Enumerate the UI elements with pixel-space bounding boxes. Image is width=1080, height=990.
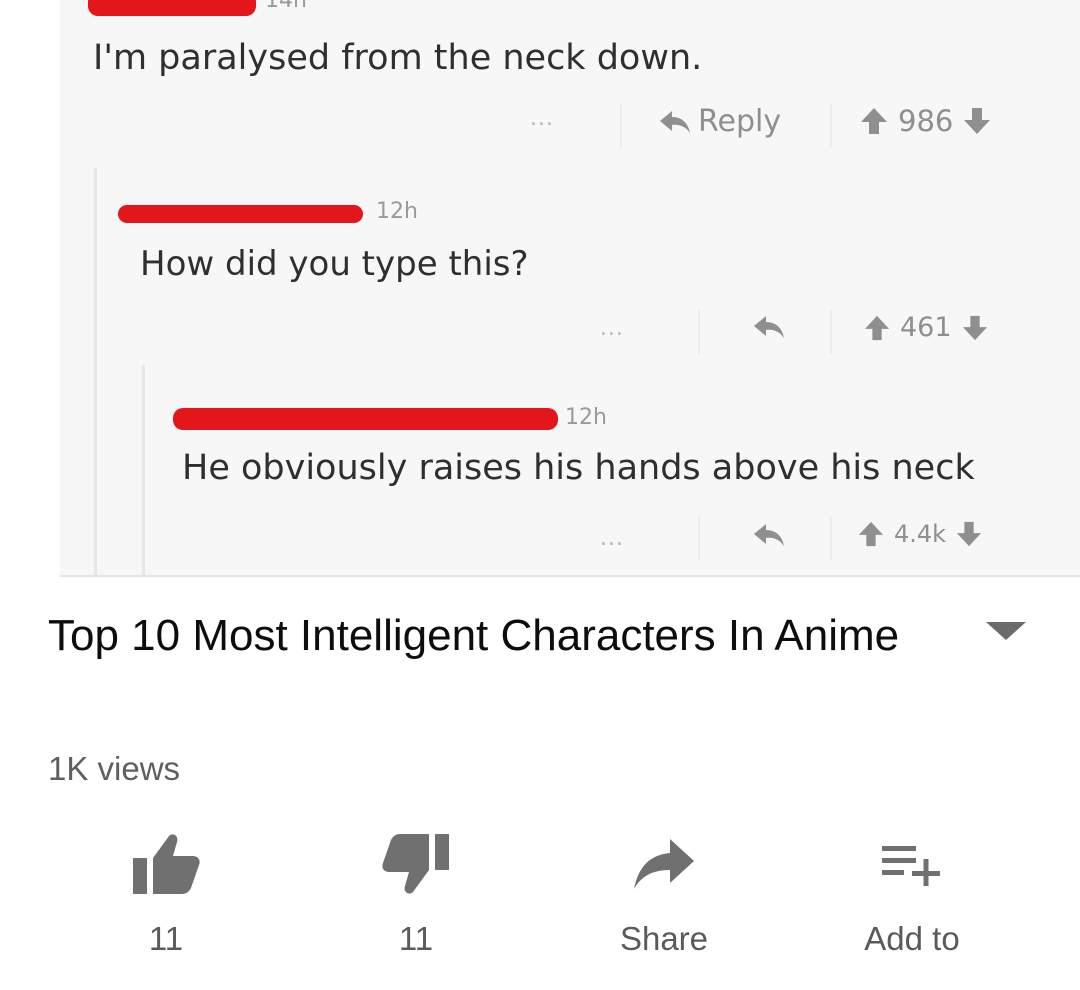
- thread-line: [94, 168, 97, 577]
- comment-text: I'm paralysed from the neck down.: [93, 38, 703, 78]
- vote-controls: 986: [860, 104, 991, 138]
- reply-button[interactable]: [752, 522, 792, 548]
- redacted-username: [173, 408, 558, 430]
- view-count: 1K views: [48, 750, 181, 787]
- reply-icon: [752, 522, 786, 548]
- more-options-button[interactable]: ...: [530, 106, 554, 131]
- share-label: Share: [619, 920, 709, 957]
- divider: [830, 310, 832, 354]
- downvote-icon[interactable]: [963, 106, 991, 136]
- playlist-add-icon: [880, 842, 944, 891]
- comment-timestamp: 12h: [565, 405, 607, 430]
- thumbs-down-icon: [381, 832, 451, 901]
- comment-timestamp: 12h: [376, 199, 418, 224]
- score: 461: [900, 312, 952, 343]
- score: 4.4k: [894, 520, 947, 548]
- more-options-button[interactable]: ...: [600, 526, 624, 551]
- comment-screenshot: 14h I'm paralysed from the neck down. ..…: [60, 0, 1080, 577]
- like-count: 11: [148, 920, 184, 957]
- divider: [830, 104, 832, 148]
- reply-button[interactable]: Reply: [658, 104, 781, 139]
- vote-controls: 4.4k: [858, 520, 982, 548]
- downvote-icon[interactable]: [956, 520, 982, 548]
- reply-icon: [752, 314, 786, 340]
- divider: [830, 516, 832, 560]
- reply-label: Reply: [698, 104, 782, 139]
- downvote-icon[interactable]: [962, 314, 988, 342]
- dislike-count: 11: [398, 920, 434, 957]
- upvote-icon[interactable]: [860, 106, 888, 136]
- add-to-button[interactable]: Add to: [822, 826, 1002, 976]
- like-button[interactable]: 11: [76, 826, 256, 976]
- score: 986: [898, 104, 954, 138]
- video-title: Top 10 Most Intelligent Characters In An…: [48, 611, 900, 660]
- redacted-username: [118, 205, 363, 223]
- expand-icon[interactable]: [986, 622, 1026, 640]
- comment-timestamp: 14h: [265, 0, 307, 13]
- share-icon: [632, 837, 696, 896]
- more-options-button[interactable]: ...: [600, 316, 624, 341]
- comment-text: He obviously raises his hands above his …: [182, 448, 975, 488]
- thumbs-up-icon: [131, 832, 201, 901]
- upvote-icon[interactable]: [864, 314, 890, 342]
- dislike-button[interactable]: 11: [326, 826, 506, 976]
- reply-button[interactable]: [752, 314, 792, 340]
- vote-controls: 461: [864, 312, 988, 343]
- comment-text: How did you type this?: [140, 244, 529, 284]
- divider: [698, 310, 700, 354]
- divider: [698, 516, 700, 560]
- upvote-icon[interactable]: [858, 520, 884, 548]
- share-button[interactable]: Share: [574, 826, 754, 976]
- add-to-label: Add to: [864, 920, 960, 957]
- divider: [620, 104, 622, 148]
- redacted-username: [88, 0, 256, 16]
- reply-icon: [658, 109, 692, 135]
- thread-line: [142, 365, 145, 577]
